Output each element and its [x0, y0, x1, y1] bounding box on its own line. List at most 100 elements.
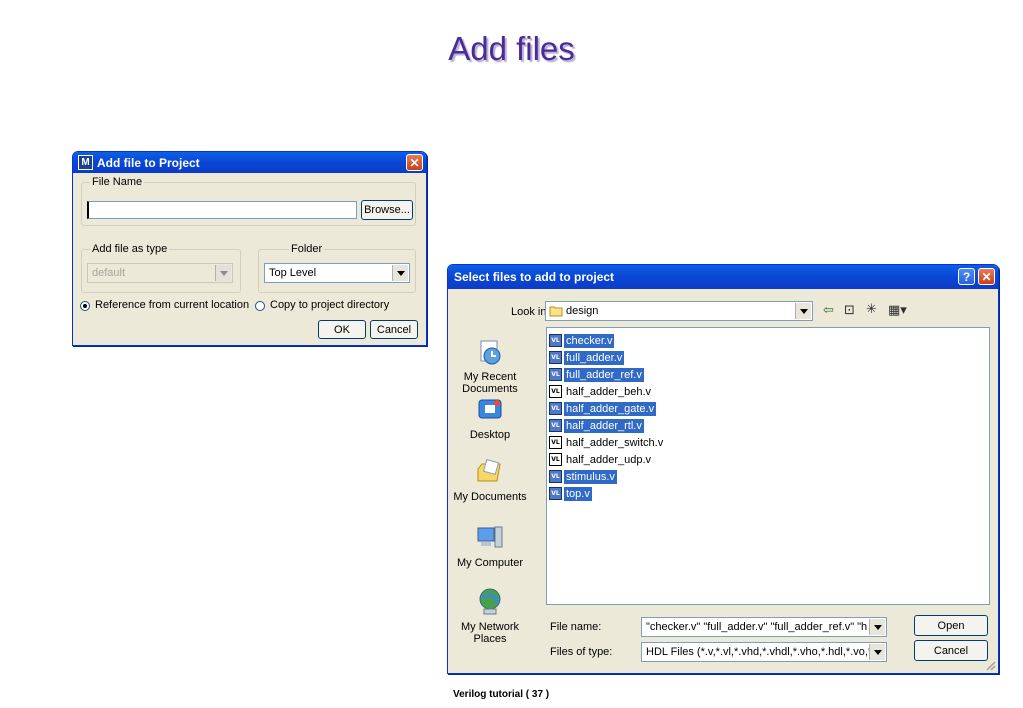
add-file-titlebar[interactable]: M Add file to Project ✕	[73, 152, 426, 173]
verilog-file-icon: VL	[549, 351, 562, 364]
reference-radio-label[interactable]: Reference from current location	[95, 299, 249, 311]
places-my-computer-label: My Computer	[456, 557, 524, 569]
close-icon[interactable]: ✕	[406, 154, 423, 171]
verilog-file-icon: VL	[549, 334, 562, 347]
file-name-dropdown-button[interactable]	[869, 619, 885, 635]
select-files-dialog: Select files to add to project ? ✕ Look …	[447, 264, 999, 674]
file-name-label: File name:	[550, 621, 602, 633]
desktop-icon	[478, 399, 502, 419]
places-network-label: My Network Places	[460, 621, 520, 645]
places-recent[interactable]: My Recent Documents	[448, 337, 532, 395]
file-list-item-name: full_adder_ref.v	[564, 367, 644, 382]
back-icon[interactable]: ⇦	[823, 303, 834, 318]
folder-icon	[549, 306, 563, 317]
file-list-item-name: half_adder_beh.v	[566, 385, 652, 398]
look-in-select[interactable]: design	[545, 301, 813, 321]
my-computer-icon	[477, 526, 503, 548]
file-list[interactable]: VL checker.v VL full_adder.v VL full_adder_re…	[546, 327, 990, 605]
places-desktop[interactable]: Desktop	[448, 395, 532, 441]
cancel-button[interactable]: Cancel	[914, 640, 988, 661]
file-list-item[interactable]: VL stimulus.v	[549, 469, 617, 484]
chevron-down-icon	[873, 624, 882, 630]
file-list-item-name: top.v	[564, 486, 592, 501]
look-in-dropdown-button[interactable]	[795, 303, 811, 319]
file-list-item[interactable]: VL half_adder_rtl.v	[549, 418, 644, 433]
folder-group-label: Folder	[289, 243, 325, 255]
help-icon[interactable]: ?	[958, 268, 975, 285]
file-list-item[interactable]: VL top.v	[549, 486, 592, 501]
look-in-label: Look in:	[511, 306, 550, 318]
files-of-type-label: Files of type:	[550, 646, 613, 658]
file-list-item-name: full_adder.v	[564, 350, 625, 365]
slide-title: Add files	[448, 30, 575, 67]
file-list-item[interactable]: VL half_adder_udp.v	[549, 452, 653, 467]
view-menu-icon[interactable]: ▦▾	[888, 303, 907, 318]
places-desktop-label: Desktop	[469, 429, 511, 441]
folder-select[interactable]: Top Level	[264, 263, 410, 283]
slide-footer: Verilog tutorial ( 37 )	[453, 689, 550, 700]
add-file-title: Add file to Project	[97, 155, 200, 170]
files-of-type-dropdown-button[interactable]	[869, 644, 885, 660]
file-list-item-name: half_adder_rtl.v	[564, 418, 644, 433]
file-list-item-name: stimulus.v	[564, 469, 617, 484]
file-list-item[interactable]: VL half_adder_switch.v	[549, 435, 665, 450]
add-file-dialog: M Add file to Project ✕ File Name Browse…	[72, 151, 427, 346]
network-places-icon	[479, 588, 501, 615]
places-my-documents-label: My Documents	[453, 491, 527, 503]
file-list-item[interactable]: VL half_adder_gate.v	[549, 401, 657, 416]
look-in-value: design	[566, 305, 599, 317]
file-list-item-name: half_adder_udp.v	[566, 453, 652, 466]
file-type-dropdown-button[interactable]	[215, 265, 231, 281]
places-network[interactable]: My Network Places	[448, 587, 532, 645]
files-of-type-select[interactable]: HDL Files (*.v,*.vl,*.vhd,*.vhdl,*.vho,*…	[641, 642, 887, 662]
file-list-item-name: checker.v	[564, 333, 615, 348]
up-folder-icon[interactable]: ⊡	[844, 303, 855, 318]
reference-radio[interactable]	[80, 301, 90, 311]
open-button[interactable]: Open	[914, 615, 988, 636]
file-type-group-label: Add file as type	[90, 243, 170, 255]
file-type-select[interactable]: default	[87, 263, 233, 283]
copy-radio[interactable]	[255, 301, 265, 311]
verilog-file-icon: VL	[549, 385, 562, 398]
browse-button[interactable]: Browse...	[361, 200, 413, 220]
places-recent-label: My Recent Documents	[462, 371, 518, 395]
chevron-down-icon	[219, 270, 228, 276]
ok-button[interactable]: OK	[318, 320, 366, 339]
file-list-item-name: half_adder_gate.v	[564, 401, 657, 416]
file-list-item[interactable]: VL half_adder_beh.v	[549, 384, 653, 399]
new-folder-icon[interactable]: ✳	[866, 302, 877, 317]
select-files-title: Select files to add to project	[454, 270, 615, 284]
chevron-down-icon	[799, 308, 808, 314]
cancel-button[interactable]: Cancel	[370, 320, 418, 339]
file-name-group-label: File Name	[90, 176, 145, 188]
verilog-file-icon: VL	[549, 436, 562, 449]
file-list-item[interactable]: VL full_adder_ref.v	[549, 367, 644, 382]
file-name-input[interactable]	[87, 201, 357, 219]
verilog-file-icon: VL	[549, 402, 562, 415]
verilog-file-icon: VL	[549, 368, 562, 381]
places-my-documents[interactable]: My Documents	[448, 457, 532, 503]
my-documents-icon	[477, 459, 501, 482]
folder-value: Top Level	[269, 267, 317, 279]
file-list-item[interactable]: VL checker.v	[549, 333, 615, 348]
verilog-file-icon: VL	[549, 453, 562, 466]
files-of-type-value: HDL Files (*.v,*.vl,*.vhd,*.vhdl,*.vho,*…	[646, 646, 873, 658]
folder-dropdown-button[interactable]	[392, 265, 408, 281]
verilog-file-icon: VL	[549, 419, 562, 432]
modelsim-icon: M	[78, 155, 93, 170]
resize-grip-icon[interactable]	[984, 659, 996, 671]
recent-documents-icon	[480, 340, 501, 365]
chevron-down-icon	[396, 270, 405, 276]
file-type-value: default	[92, 267, 126, 279]
copy-radio-label[interactable]: Copy to project directory	[270, 299, 389, 311]
verilog-file-icon: VL	[549, 470, 562, 483]
verilog-file-icon: VL	[549, 487, 562, 500]
chevron-down-icon	[873, 649, 882, 655]
close-icon[interactable]: ✕	[978, 268, 995, 285]
file-list-item[interactable]: VL full_adder.v	[549, 350, 625, 365]
file-name-value: "checker.v" "full_adder.v" "full_adder_r…	[646, 621, 868, 633]
file-name-combobox[interactable]: "checker.v" "full_adder.v" "full_adder_r…	[641, 617, 887, 637]
places-my-computer[interactable]: My Computer	[448, 523, 532, 569]
select-files-titlebar[interactable]: Select files to add to project ? ✕	[448, 265, 998, 289]
file-list-item-name: half_adder_switch.v	[566, 436, 664, 449]
